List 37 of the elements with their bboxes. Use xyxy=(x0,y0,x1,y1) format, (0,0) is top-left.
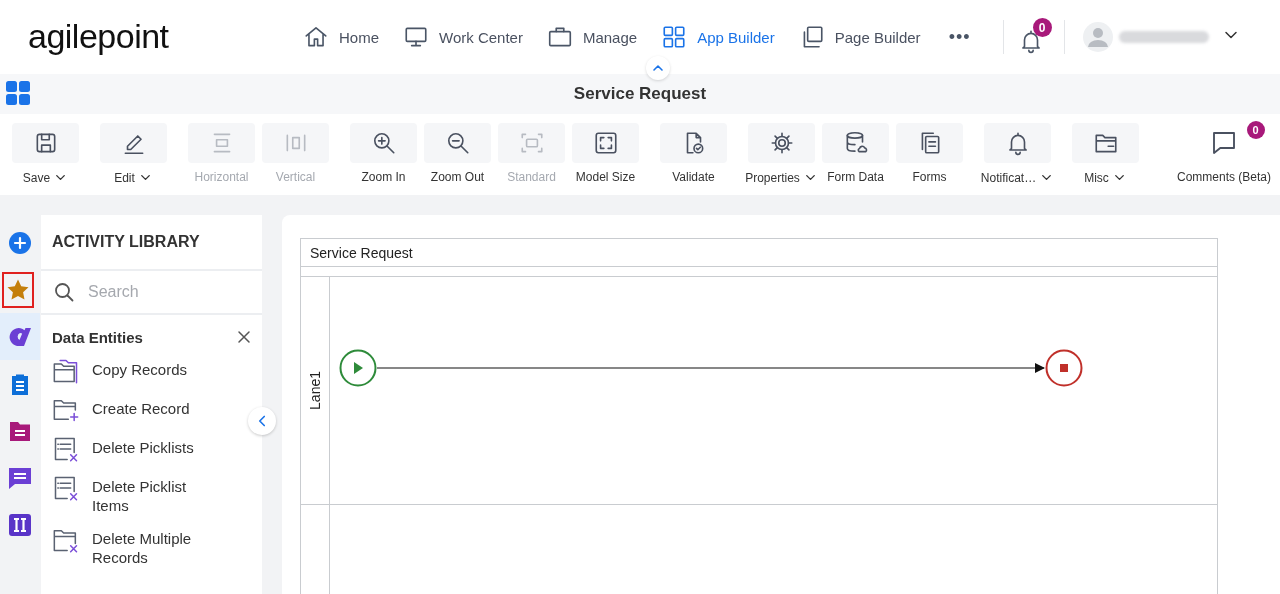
nav-link[interactable]: Home xyxy=(303,24,379,50)
comment-badge: 0 xyxy=(1246,121,1265,139)
activity-item[interactable]: Delete Picklists xyxy=(52,435,252,463)
lane-label: Lane1 xyxy=(307,371,323,410)
nav-link[interactable]: Page Builder xyxy=(798,24,921,50)
rail-button[interactable] xyxy=(0,270,36,310)
pool-title: Service Request xyxy=(310,244,413,261)
activity-item[interactable]: Copy Records xyxy=(52,357,252,385)
nav-link[interactable]: Work Center xyxy=(403,24,523,50)
list-delete-icon xyxy=(52,435,80,463)
avatar-icon xyxy=(1082,22,1113,52)
activity-item[interactable]: Delete Multiple Records xyxy=(52,526,252,567)
search-field[interactable]: Search xyxy=(86,282,236,302)
start-event[interactable] xyxy=(339,349,377,387)
comments-button[interactable]: 0 Comments (Beta) xyxy=(1176,123,1272,184)
logo: agilepoint xyxy=(28,16,170,56)
more-button[interactable]: ••• xyxy=(948,26,971,48)
page-title: Service Request xyxy=(573,84,707,104)
nav-link[interactable]: App Builder xyxy=(661,24,775,50)
rail-button[interactable] xyxy=(0,313,40,360)
activity-item[interactable]: Create Record xyxy=(52,396,252,424)
notification-badge: 0 xyxy=(1032,18,1052,37)
list-delete-icon xyxy=(52,474,80,502)
activity-item[interactable]: Delete Picklist Items xyxy=(52,474,252,515)
end-event[interactable] xyxy=(1045,349,1083,387)
folders-icon xyxy=(52,357,80,385)
nav-link[interactable]: Manage xyxy=(546,24,638,50)
fit-screen-icon xyxy=(592,130,619,156)
panel-title: ACTIVITY LIBRARY xyxy=(52,233,200,251)
apps-grid-button[interactable] xyxy=(6,81,30,105)
category-title: Data Entities xyxy=(52,328,143,346)
apps-grid-icon xyxy=(6,81,30,105)
sequence-flow[interactable] xyxy=(376,363,1045,373)
collapse-panel-button[interactable] xyxy=(248,407,276,435)
grid-icon xyxy=(661,24,688,50)
search-icon xyxy=(52,280,76,304)
notifications-button[interactable]: 0 xyxy=(1015,18,1052,56)
